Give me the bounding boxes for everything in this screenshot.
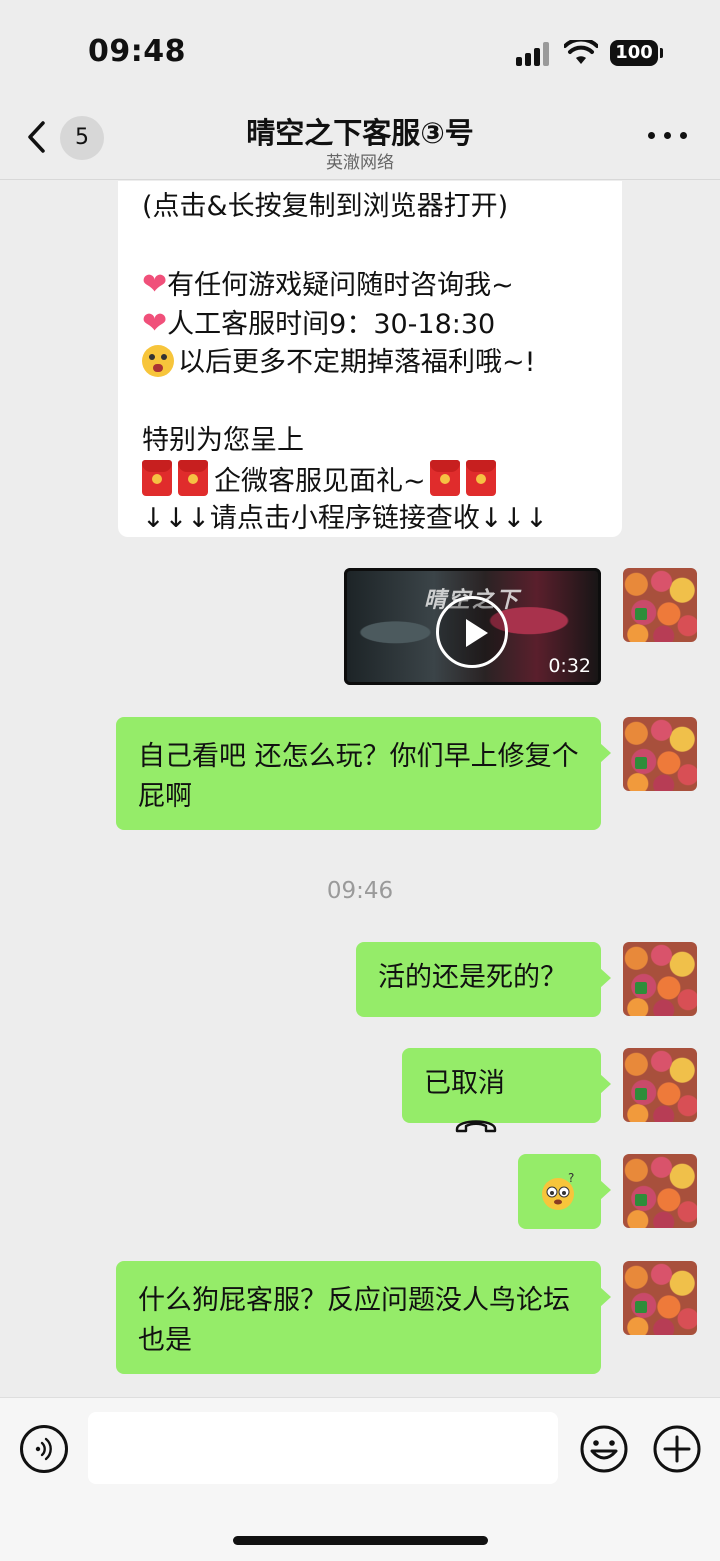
heart-icon: ❤	[142, 267, 168, 302]
hang-up-phone-icon	[455, 1119, 497, 1132]
avatar[interactable]	[623, 1048, 697, 1122]
card-line-1: ❤有任何游戏疑问随时咨询我~	[142, 267, 514, 302]
message-input[interactable]	[88, 1412, 558, 1484]
home-indicator	[233, 1536, 488, 1545]
link-hint-text: (点击&长按复制到浏览器打开)	[142, 191, 509, 222]
chat-header: 5 晴空之下客服③号 英澈网络	[0, 100, 720, 180]
plus-icon[interactable]	[652, 1424, 702, 1474]
card-line-3: 以后更多不定期掉落福利哦~!	[142, 343, 602, 382]
outgoing-message-bubble[interactable]: 活的还是死的？	[356, 942, 611, 1017]
wifi-icon	[564, 40, 598, 64]
message-text: 自己看吧 还怎么玩？你们早上修复个屁啊	[138, 741, 579, 812]
avatar[interactable]	[623, 1154, 697, 1228]
outgoing-message-bubble[interactable]: 什么狗屁客服？反应问题没人鸟论坛也是	[116, 1261, 611, 1374]
red-envelope-icon	[178, 460, 208, 496]
battery-indicator: 100	[610, 40, 663, 66]
avatar[interactable]	[623, 568, 697, 642]
avatar[interactable]	[623, 717, 697, 791]
chat-subtitle: 英澈网络	[326, 153, 394, 173]
heart-icon: ❤	[142, 306, 168, 341]
card-line-6: ↓↓↓请点击小程序链接查收↓↓↓	[142, 503, 548, 534]
avatar[interactable]	[623, 1261, 697, 1335]
message-text: 已取消	[424, 1068, 505, 1099]
red-envelope-icon	[429, 460, 460, 496]
chat-title: 晴空之下客服③号	[246, 116, 474, 150]
voice-icon	[35, 1437, 52, 1461]
sticker-message-bubble[interactable]: ?	[518, 1154, 611, 1229]
incoming-message-card[interactable]: (点击&长按复制到浏览器打开) ❤有任何游戏疑问随时咨询我~ ❤人工客服时间9：…	[118, 181, 622, 537]
red-envelope-icon	[142, 460, 172, 496]
input-bar	[0, 1397, 720, 1561]
status-time: 09:48	[88, 34, 186, 69]
surprised-face-icon	[142, 345, 174, 377]
cellular-signal-icon	[516, 42, 552, 66]
outgoing-message-bubble[interactable]: 自己看吧 还怎么玩？你们早上修复个屁啊	[116, 717, 611, 830]
card-line-4: 特别为您呈上	[142, 425, 304, 456]
video-message[interactable]: 晴空之下 0:32	[344, 568, 601, 685]
red-envelope-icon	[465, 460, 496, 496]
cancelled-call-bubble[interactable]: 已取消	[402, 1048, 611, 1132]
more-options-button[interactable]	[648, 130, 688, 142]
message-timestamp: 09:46	[326, 878, 394, 904]
message-list[interactable]: (点击&长按复制到浏览器打开) ❤有任何游戏疑问随时咨询我~ ❤人工客服时间9：…	[0, 181, 720, 1397]
confused-emoji-sticker: ?	[542, 1172, 574, 1210]
avatar[interactable]	[623, 942, 697, 1016]
status-bar: 09:48 100	[0, 0, 720, 100]
message-text: 什么狗屁客服？反应问题没人鸟论坛也是	[138, 1285, 570, 1356]
voice-input-button[interactable]	[20, 1425, 68, 1473]
emoji-button[interactable]	[579, 1424, 629, 1474]
card-line-5: 企微客服见面礼~	[142, 460, 602, 499]
message-text: 活的还是死的？	[378, 962, 567, 993]
svg-text:?: ?	[568, 1172, 574, 1185]
card-line-2: ❤人工客服时间9：30-18:30	[142, 306, 496, 341]
